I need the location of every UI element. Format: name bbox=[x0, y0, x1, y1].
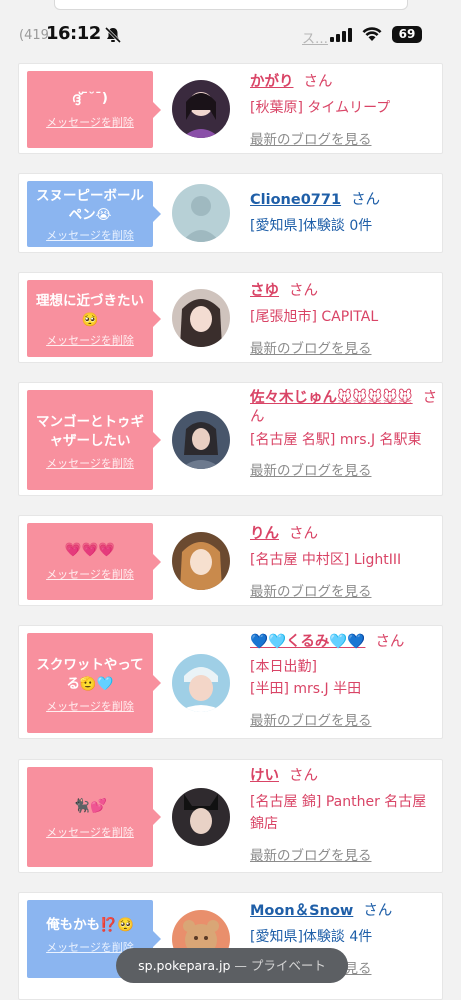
delete-message-link[interactable]: メッセージを削除 bbox=[27, 455, 153, 471]
honorific: さん bbox=[289, 283, 318, 299]
message-text: スクワットやってる🫡🩵 bbox=[36, 657, 144, 692]
avatar[interactable] bbox=[172, 184, 230, 242]
cast-info: りん さん [名古屋 中村区] LightIII 最新のブログを見る bbox=[250, 524, 440, 600]
signal-icon bbox=[330, 28, 352, 42]
shop-info: [愛知県]体験談 0件 bbox=[250, 218, 373, 234]
message-card: 🐈‍⬛💕 メッセージを削除 けい さん [名古屋 錦] Panther 名古屋錦店… bbox=[18, 759, 443, 873]
cast-name-link[interactable]: かがり bbox=[250, 74, 294, 90]
message-card: マンゴーとトゥギャザーしたい メッセージを削除 佐々木じゅん🐭🐭🐭🐭🐭 さん [名… bbox=[18, 382, 443, 496]
url-pill[interactable]: sp.pokepara.jp — プライベート bbox=[116, 948, 348, 983]
honorific: さん bbox=[363, 903, 393, 919]
cast-name-link[interactable]: 💙🩵くるみ🩵💙 bbox=[250, 634, 365, 650]
blog-link[interactable]: 最新のブログを見る bbox=[250, 128, 440, 148]
avatar[interactable] bbox=[172, 289, 230, 347]
delete-message-link[interactable]: メッセージを削除 bbox=[27, 227, 153, 243]
status-bar: (419 ス… 16:12 69 bbox=[0, 0, 461, 62]
bell-slash-icon bbox=[104, 26, 122, 44]
message-text: 💗💗💗 bbox=[64, 542, 116, 558]
private-label: — プライベート bbox=[230, 958, 326, 973]
delete-message-link[interactable]: メッセージを削除 bbox=[27, 566, 153, 582]
honorific: さん bbox=[351, 192, 381, 208]
avatar[interactable] bbox=[172, 788, 230, 846]
blog-link[interactable]: 最新のブログを見る bbox=[250, 337, 440, 357]
wifi-icon bbox=[362, 27, 382, 41]
avatar[interactable] bbox=[172, 654, 230, 712]
url-domain: sp.pokepara.jp bbox=[138, 958, 231, 973]
blog-link[interactable]: 最新のブログを見る bbox=[250, 459, 440, 479]
cast-name-link[interactable]: Moon＆Snow bbox=[250, 903, 353, 919]
cast-info: Clione0771 さん [愛知県]体験談 0件 bbox=[250, 190, 440, 237]
cast-name-link[interactable]: さゆ bbox=[250, 283, 279, 299]
message-text: 理想に近づきたい🥺 bbox=[36, 293, 144, 328]
honorific: さん bbox=[303, 74, 333, 90]
cast-info: 💙🩵くるみ🩵💙 さん [本日出勤] [半田] mrs.J 半田 最新のブログを見る bbox=[250, 632, 440, 729]
cast-name-link[interactable]: 佐々木じゅん🐭🐭🐭🐭🐭 bbox=[250, 390, 413, 406]
message-card: ദ്ദ്ˉ˘ˉ) メッセージを削除 かがり さん [秋葉原] タイムリープ 最新の… bbox=[18, 63, 443, 154]
message-text: 俺もかも⁉️🥺 bbox=[46, 917, 134, 933]
message-bubble: ദ്ദ്ˉ˘ˉ) メッセージを削除 bbox=[27, 71, 161, 148]
message-bubble: 理想に近づきたい🥺 メッセージを削除 bbox=[27, 280, 161, 357]
blog-link[interactable]: 最新のブログを見る bbox=[250, 709, 440, 729]
avatar[interactable] bbox=[172, 80, 230, 138]
shop-info: [名古屋 名駅] mrs.J 名駅東 bbox=[250, 432, 422, 448]
message-bubble: 💗💗💗 メッセージを削除 bbox=[27, 523, 161, 600]
delete-message-link[interactable]: メッセージを削除 bbox=[27, 698, 153, 714]
help-link[interactable]: ス… bbox=[302, 28, 328, 47]
avatar[interactable] bbox=[172, 411, 230, 469]
cast-name-link[interactable]: Clione0771 bbox=[250, 192, 341, 208]
shop-info: [名古屋 中村区] LightIII bbox=[250, 552, 402, 568]
message-text: 🐈‍⬛💕 bbox=[73, 798, 107, 814]
cast-name-link[interactable]: りん bbox=[250, 526, 279, 542]
cast-name-link[interactable]: けい bbox=[250, 768, 279, 784]
honorific: さん bbox=[375, 634, 405, 650]
message-text: マンゴーとトゥギャザーしたい bbox=[36, 414, 144, 449]
search-field[interactable] bbox=[54, 0, 408, 10]
cast-info: 佐々木じゅん🐭🐭🐭🐭🐭 さん [名古屋 名駅] mrs.J 名駅東 最新のブログを… bbox=[250, 389, 440, 479]
message-bubble: スヌーピーボールペン😭 メッセージを削除 bbox=[27, 181, 161, 247]
shop-info: [尾張旭市] CAPITAL bbox=[250, 309, 379, 325]
result-count: (419 bbox=[19, 28, 49, 43]
message-text: スヌーピーボールペン😭 bbox=[36, 188, 144, 223]
cast-info: さゆ さん [尾張旭市] CAPITAL 最新のブログを見る bbox=[250, 281, 440, 357]
honorific: さん bbox=[289, 526, 318, 542]
status-time: 16:12 bbox=[46, 23, 101, 44]
message-text: ദ്ദ്ˉ˘ˉ) bbox=[72, 90, 108, 106]
avatar[interactable] bbox=[172, 532, 230, 590]
blog-link[interactable]: 最新のブログを見る bbox=[250, 580, 440, 600]
message-card: スクワットやってる🫡🩵 メッセージを削除 💙🩵くるみ🩵💙 さん [本日出勤] [半… bbox=[18, 625, 443, 739]
blog-link[interactable]: 最新のブログを見る bbox=[250, 844, 440, 864]
message-bubble: 🐈‍⬛💕 メッセージを削除 bbox=[27, 767, 161, 867]
shop-info: [秋葉原] タイムリープ bbox=[250, 100, 391, 116]
delete-message-link[interactable]: メッセージを削除 bbox=[27, 114, 153, 130]
message-card: 理想に近づきたい🥺 メッセージを削除 さゆ さん [尾張旭市] CAPITAL 最… bbox=[18, 272, 443, 363]
cast-info: かがり さん [秋葉原] タイムリープ 最新のブログを見る bbox=[250, 72, 440, 148]
honorific: さん bbox=[289, 768, 318, 784]
message-bubble: スクワットやってる🫡🩵 メッセージを削除 bbox=[27, 633, 161, 733]
shop-info: [愛知県]体験談 4件 bbox=[250, 929, 373, 945]
shop-info: [半田] mrs.J 半田 bbox=[250, 681, 362, 697]
cast-info: けい さん [名古屋 錦] Panther 名古屋錦店 最新のブログを見る bbox=[250, 766, 440, 864]
battery-indicator: 69 bbox=[392, 26, 422, 43]
message-card: スヌーピーボールペン😭 メッセージを削除 Clione0771 さん [愛知県]体… bbox=[18, 173, 443, 253]
message-card: 💗💗💗 メッセージを削除 りん さん [名古屋 中村区] LightIII 最新の… bbox=[18, 515, 443, 606]
delete-message-link[interactable]: メッセージを削除 bbox=[27, 332, 153, 348]
shop-info: [名古屋 錦] Panther 名古屋錦店 bbox=[250, 794, 427, 832]
message-bubble: マンゴーとトゥギャザーしたい メッセージを削除 bbox=[27, 390, 161, 490]
delete-message-link[interactable]: メッセージを削除 bbox=[27, 824, 153, 840]
work-status: [本日出勤] bbox=[250, 659, 317, 675]
message-card: 俺もかも⁉️🥺 メッセージを削除 Moon＆Snow さん [愛知県]体験談 4件… bbox=[18, 892, 443, 1000]
